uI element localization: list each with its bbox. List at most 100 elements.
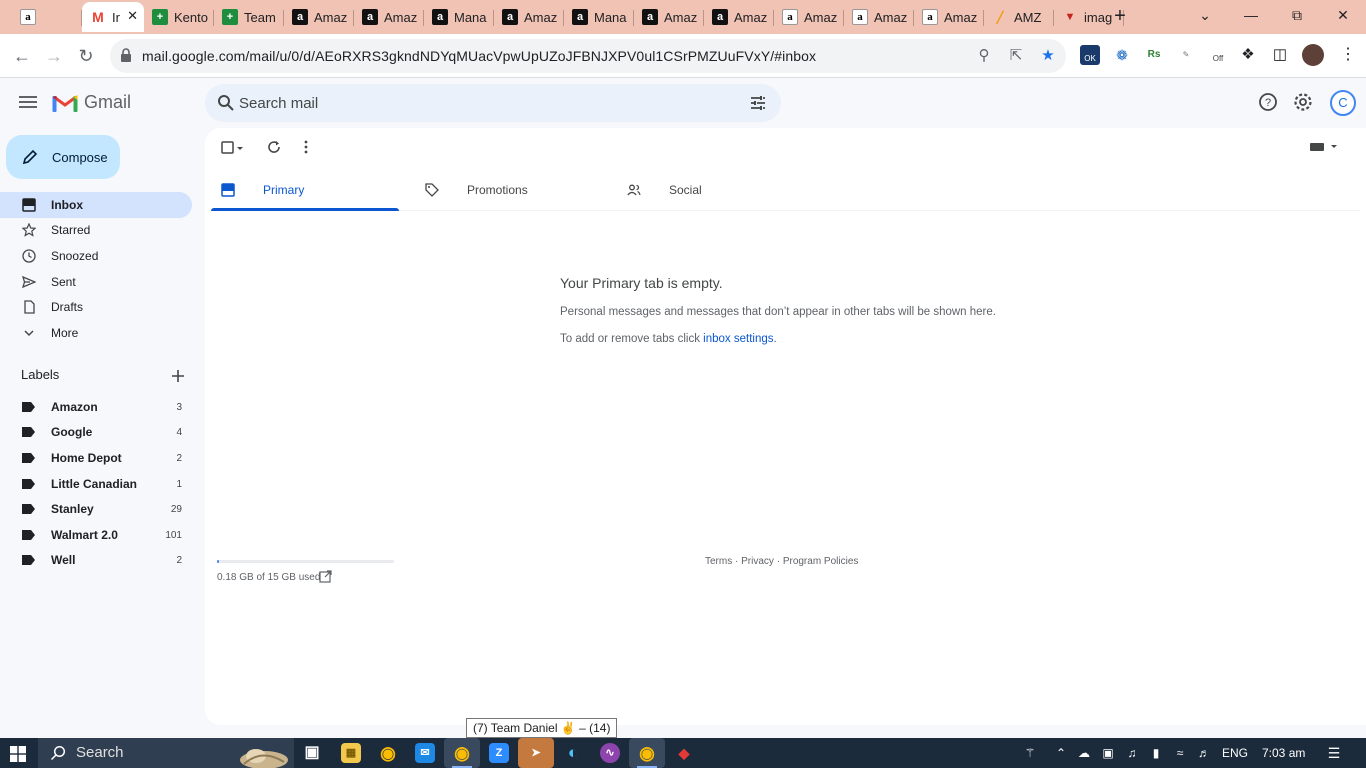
sidebar-item-drafts[interactable]: Drafts [0, 294, 192, 320]
extension-off-icon[interactable]: Off [1208, 45, 1228, 65]
clock[interactable]: 7:03 am [1262, 746, 1305, 760]
sidebar-item-inbox[interactable]: Inbox [0, 192, 192, 218]
chrome-icon[interactable]: ◉ [378, 743, 398, 763]
file-explorer-icon[interactable]: ▦ [341, 743, 361, 763]
sidebar-item-sent[interactable]: Sent [0, 269, 192, 295]
sidebar-item-more[interactable]: More [0, 320, 192, 346]
windows-start-icon[interactable] [10, 746, 26, 762]
taskbar-search-box[interactable]: Search [38, 738, 294, 768]
gmail-logo-icon[interactable] [52, 93, 78, 113]
help-icon[interactable]: ? [1257, 91, 1279, 113]
new-tab-button[interactable]: + [1110, 5, 1130, 27]
back-icon[interactable]: ← [10, 44, 34, 68]
notifications-icon[interactable]: ☰ [1326, 745, 1342, 761]
battery-icon[interactable]: ▮ [1148, 745, 1164, 761]
open-storage-icon[interactable] [319, 570, 332, 583]
wifi-icon[interactable]: ≈ [1172, 745, 1188, 761]
browser-menu-icon[interactable]: ⋮ [1338, 45, 1358, 65]
program-policies-link[interactable]: Program Policies [783, 556, 859, 567]
account-avatar[interactable]: C [1330, 90, 1356, 116]
input-tools-keyboard-icon[interactable] [1309, 139, 1339, 155]
browser-tab[interactable]: a Amaz [844, 2, 914, 32]
compose-button[interactable]: Compose [6, 135, 120, 179]
label-item[interactable]: Walmart 2.0 101 [0, 523, 192, 547]
people-tray-icon[interactable]: ⚚ [1022, 745, 1038, 761]
settings-gear-icon[interactable] [1292, 91, 1314, 113]
select-checkbox-icon[interactable] [220, 140, 236, 156]
chrome-running-icon[interactable]: ◉ [444, 738, 480, 768]
search-icon[interactable] [217, 94, 235, 112]
extension-rs-icon[interactable]: Rs [1144, 45, 1164, 65]
cloud-tray-icon[interactable]: ☁ [1076, 745, 1092, 761]
browser-tab[interactable]: a Amaz [914, 2, 984, 32]
menu-icon[interactable] [18, 92, 38, 112]
label-item[interactable]: Home Depot 2 [0, 446, 192, 470]
volume-icon[interactable]: ♬ [1196, 745, 1212, 761]
address-bar[interactable]: mail.google.com/mail/u/0/d/AEoRXRS3gkndN… [110, 39, 1066, 73]
edge-icon[interactable]: ◐ [563, 743, 583, 763]
browser-tab[interactable]: a Mana [564, 2, 634, 32]
share-icon[interactable]: ⇱ [1006, 46, 1026, 66]
chrome-profile-icon[interactable]: ◉ [629, 738, 665, 768]
close-tab-icon[interactable]: ✕ [127, 8, 138, 24]
bookmark-star-icon[interactable]: ★ [1038, 46, 1058, 66]
extension-globe-icon[interactable]: ❁ [1112, 45, 1132, 65]
browser-tab[interactable]: a [12, 2, 82, 32]
side-panel-icon[interactable]: ◫ [1270, 45, 1290, 65]
refresh-icon[interactable] [266, 139, 282, 155]
telegram-icon[interactable]: ➤ [518, 738, 554, 768]
browser-tab[interactable]: a Amaz [284, 2, 354, 32]
search-input[interactable] [239, 88, 739, 118]
terms-link[interactable]: Terms [705, 556, 732, 567]
mail-app-icon[interactable]: ✉ [415, 743, 435, 763]
extensions-puzzle-icon[interactable]: ❖ [1238, 45, 1258, 65]
app-shortcut-icon[interactable]: ◆ [674, 743, 694, 763]
language-indicator[interactable]: ENG [1222, 746, 1248, 760]
search-box[interactable] [205, 84, 781, 122]
label-item[interactable]: Stanley 29 [0, 497, 192, 521]
minimize-icon[interactable]: — [1242, 6, 1260, 24]
extension-tool-icon[interactable]: ✎ [1176, 45, 1196, 65]
restore-icon[interactable]: ⧉ [1288, 6, 1306, 24]
url-text[interactable]: mail.google.com/mail/u/0/d/AEoRXRS3gkndN… [142, 48, 816, 64]
tab-search-icon[interactable]: ⌄ [1196, 6, 1214, 24]
browser-tab[interactable]: a Amaz [704, 2, 774, 32]
sidebar-item-snoozed[interactable]: Snoozed [0, 243, 192, 269]
forward-icon[interactable]: → [42, 44, 66, 68]
browser-tab[interactable]: + Team [214, 2, 284, 32]
label-item[interactable]: Amazon 3 [0, 395, 192, 419]
add-label-icon[interactable] [170, 368, 186, 384]
show-hidden-icons-icon[interactable]: ⌃ [1053, 745, 1069, 761]
task-view-icon[interactable]: ▣ [302, 743, 322, 763]
reload-icon[interactable]: ↻ [74, 44, 98, 68]
window-close-icon[interactable]: ✕ [1334, 6, 1352, 24]
zoom-icon[interactable]: ⚲ [974, 46, 994, 66]
lock-icon[interactable] [120, 48, 132, 62]
browser-tab[interactable]: a Amaz [634, 2, 704, 32]
sidebar-item-starred[interactable]: Starred [0, 217, 192, 243]
browser-tab[interactable]: M Ir ✕ [82, 2, 144, 32]
browser-tab[interactable]: a Mana [424, 2, 494, 32]
browser-tab[interactable]: + Kento [144, 2, 214, 32]
zoom-app-icon[interactable]: Z [489, 743, 509, 763]
more-options-icon[interactable] [298, 139, 314, 155]
privacy-link[interactable]: Privacy [741, 556, 774, 567]
extension-ok-icon[interactable]: OK [1080, 45, 1100, 65]
tab-primary[interactable]: Primary [211, 168, 399, 211]
profile-avatar[interactable] [1302, 44, 1324, 66]
label-item[interactable]: Little Canadian 1 [0, 472, 192, 496]
messenger-icon[interactable]: ∿ [600, 743, 620, 763]
gmail-wordmark[interactable]: Gmail [84, 92, 131, 113]
microphone-icon[interactable]: ♫ [1124, 745, 1140, 761]
inbox-settings-link[interactable]: inbox settings [703, 333, 773, 345]
search-options-icon[interactable] [749, 94, 767, 112]
label-item[interactable]: Well 2 [0, 548, 192, 572]
select-dropdown-icon[interactable] [235, 140, 245, 156]
browser-tab[interactable]: a Amaz [774, 2, 844, 32]
label-item[interactable]: Google 4 [0, 420, 192, 444]
tab-social[interactable]: Social [617, 168, 805, 211]
browser-tab[interactable]: ╱ AMZ [984, 2, 1054, 32]
browser-tab[interactable]: a Amaz [354, 2, 424, 32]
tab-promotions[interactable]: Promotions [415, 168, 603, 211]
meet-now-icon[interactable]: ▣ [1100, 745, 1116, 761]
